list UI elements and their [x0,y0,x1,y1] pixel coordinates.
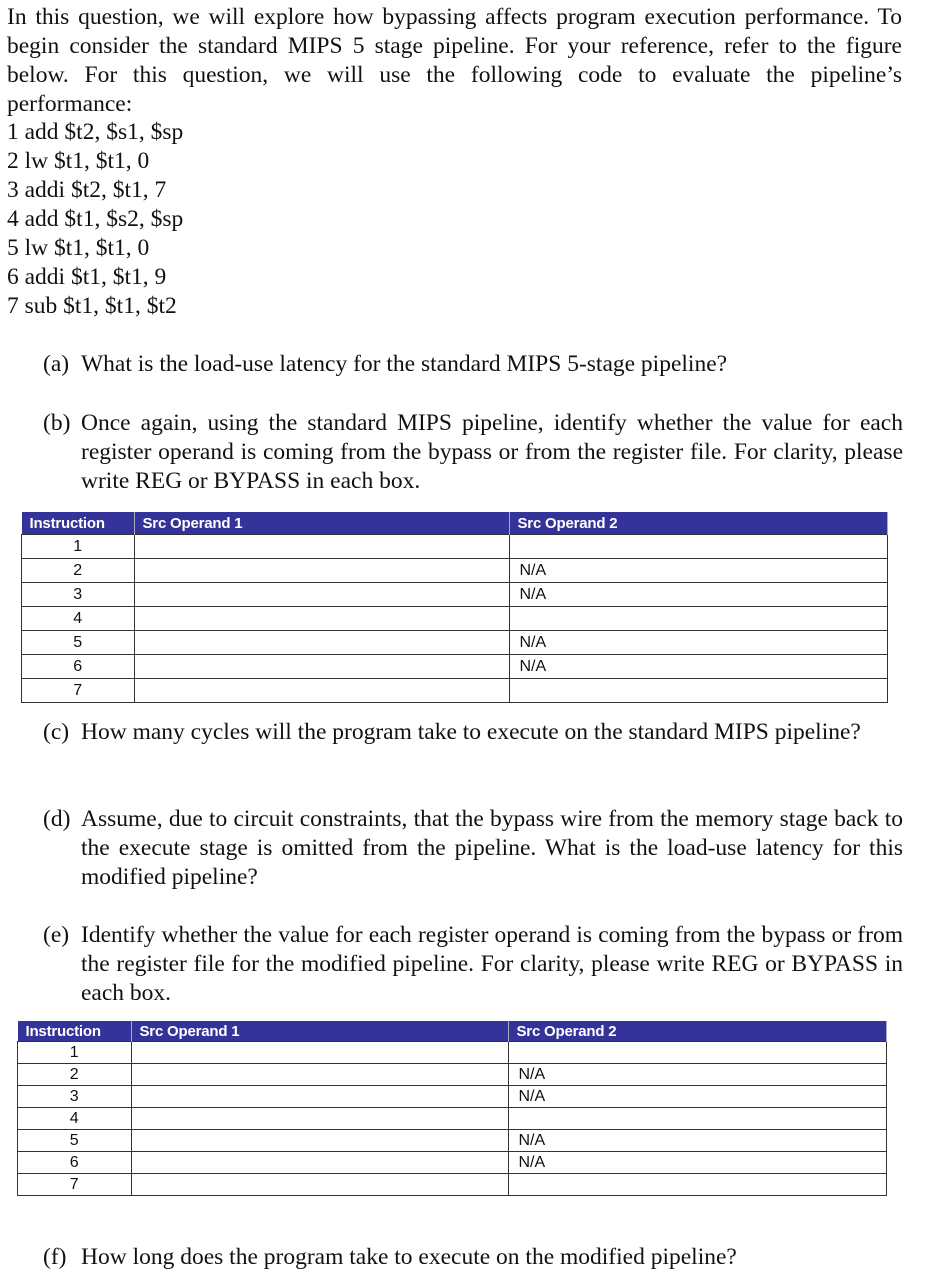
instruction-number: 2 [17,1063,132,1086]
src-operand-2-cell: N/A [508,630,888,655]
src-operand-1-cell[interactable] [130,1063,509,1086]
table-row: 4 [17,1107,887,1130]
table-row: 7 [21,678,888,703]
instruction-number: 3 [21,582,135,607]
code-line: 6 addi $t1, $t1, 9 [7,264,167,290]
instruction-number: 1 [17,1041,132,1064]
table-row: 4 [21,606,888,631]
question-label: (c) [43,719,70,745]
src-operand-1-cell[interactable] [133,582,510,607]
table-row: 6 N/A [17,1151,887,1174]
src-operand-2-cell: N/A [508,654,888,679]
src-operand-2-cell[interactable] [508,534,888,559]
header-src-operand-2: Src Operand 2 [509,512,888,535]
question-text: How many cycles will the program take to… [81,719,861,745]
src-operand-1-cell[interactable] [130,1085,509,1108]
src-operand-1-cell[interactable] [133,654,510,679]
code-listing: 1 add $t2, $s1, $sp 2 lw $t1, $t1, 0 3 a… [7,118,183,321]
instruction-number: 4 [21,606,135,631]
operand-table-modified: Instruction Src Operand 1 Src Operand 2 … [17,1021,887,1196]
header-src-operand-1: Src Operand 1 [134,512,510,535]
src-operand-1-cell[interactable] [130,1129,509,1152]
code-line: 2 lw $t1, $t1, 0 [7,148,150,174]
src-operand-2-cell[interactable] [508,678,888,703]
instruction-number: 2 [21,558,135,583]
code-line: 4 add $t1, $s2, $sp [7,206,184,232]
instruction-number: 5 [21,630,135,655]
instruction-number: 6 [17,1151,132,1174]
question-text: Once again, using the standard MIPS pipe… [81,410,903,494]
code-line: 5 lw $t1, $t1, 0 [7,235,150,261]
question-label: (a) [43,351,70,377]
instruction-number: 1 [21,534,135,559]
table-row: 6 N/A [21,654,888,679]
src-operand-1-cell[interactable] [133,678,510,703]
src-operand-2-cell[interactable] [507,1041,887,1064]
header-instruction: Instruction [17,1021,132,1042]
question-text: What is the load-use latency for the sta… [81,351,728,377]
instruction-number: 6 [21,654,135,679]
code-line: 7 sub $t1, $t1, $t2 [7,293,177,319]
instruction-number: 7 [21,678,135,703]
table-row: 2 N/A [21,558,888,583]
table-row: 3 N/A [17,1085,887,1108]
instruction-number: 3 [17,1085,132,1108]
question-a: (a) What is the load-use latency for the… [43,350,903,379]
src-operand-1-cell[interactable] [133,558,510,583]
src-operand-2-cell: N/A [508,558,888,583]
src-operand-2-cell[interactable] [507,1107,887,1130]
table-row: 7 [17,1173,887,1196]
header-src-operand-2: Src Operand 2 [508,1021,887,1042]
src-operand-1-cell[interactable] [133,630,510,655]
src-operand-1-cell[interactable] [133,534,510,559]
src-operand-2-cell[interactable] [507,1173,887,1196]
question-e: (e) Identify whether the value for each … [43,921,903,1008]
intro-paragraph: In this question, we will explore how by… [7,4,902,117]
src-operand-2-cell: N/A [507,1151,887,1174]
table-row: 3 N/A [21,582,888,607]
question-label: (b) [43,410,71,436]
question-d: (d) Assume, due to circuit constraints, … [43,805,903,892]
src-operand-2-cell: N/A [507,1063,887,1086]
header-instruction: Instruction [21,512,135,535]
table-row: 5 N/A [17,1129,887,1152]
src-operand-2-cell: N/A [507,1085,887,1108]
src-operand-1-cell[interactable] [130,1041,509,1064]
instruction-number: 7 [17,1173,132,1196]
table-row: 1 [17,1041,887,1064]
src-operand-1-cell[interactable] [130,1151,509,1174]
operand-table-standard: Instruction Src Operand 1 Src Operand 2 … [21,512,888,703]
question-b: (b) Once again, using the standard MIPS … [43,409,903,496]
table-row: 2 N/A [17,1063,887,1086]
instruction-number: 5 [17,1129,132,1152]
code-line: 1 add $t2, $s1, $sp [7,119,184,145]
src-operand-2-cell: N/A [508,582,888,607]
table-row: 1 [21,534,888,559]
src-operand-2-cell[interactable] [508,606,888,631]
question-label: (d) [43,806,71,832]
src-operand-2-cell: N/A [507,1129,887,1152]
question-label: (f) [43,1244,67,1270]
question-text: Identify whether the value for each regi… [81,922,903,1006]
question-text: Assume, due to circuit constraints, that… [81,806,903,890]
question-label: (e) [43,922,70,948]
src-operand-1-cell[interactable] [130,1107,509,1130]
question-text: How long does the program take to execut… [81,1244,737,1270]
question-c: (c) How many cycles will the program tak… [43,718,903,747]
src-operand-1-cell[interactable] [130,1173,509,1196]
src-operand-1-cell[interactable] [133,606,510,631]
table-row: 5 N/A [21,630,888,655]
instruction-number: 4 [17,1107,132,1130]
code-line: 3 addi $t2, $t1, 7 [7,177,167,203]
header-src-operand-1: Src Operand 1 [131,1021,509,1042]
question-f: (f) How long does the program take to ex… [43,1243,903,1272]
